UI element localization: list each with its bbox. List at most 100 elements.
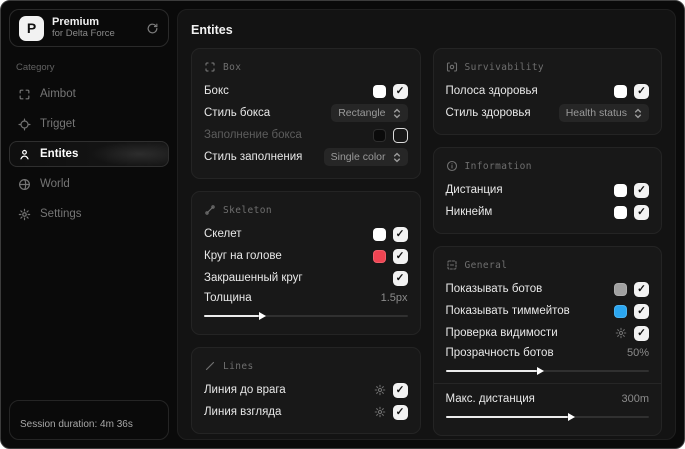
health-bar-color-swatch[interactable]	[614, 84, 627, 98]
thickness-label: Толщина	[204, 292, 252, 304]
box-fill-color-swatch[interactable]	[372, 128, 386, 142]
skeleton-checkbox[interactable]	[392, 226, 408, 242]
general-section-header: General	[446, 259, 650, 271]
box-fill-checkbox[interactable]	[392, 127, 408, 143]
show-teammates-label: Показывать тиммейтов	[445, 305, 570, 317]
visibility-check-settings-gear-icon[interactable]	[615, 327, 627, 339]
sidebar-item-entites[interactable]: Entites	[9, 141, 169, 167]
brand-text: Premium for Delta Force	[52, 16, 115, 40]
enemy-line-checkbox[interactable]	[392, 382, 408, 398]
survivability-section-title: Survivability	[464, 61, 545, 73]
health-style-label: Стиль здоровья	[445, 107, 531, 119]
box-section-title: Box	[223, 61, 242, 73]
brand-subtitle: for Delta Force	[52, 27, 115, 39]
box-section: Box Бокс Стиль бокса Rectangle	[191, 48, 421, 179]
visibility-check-label: Проверка видимости	[445, 327, 558, 339]
health-bar-label: Полоса здоровья	[445, 85, 538, 97]
box-style-value: Rectangle	[338, 107, 386, 119]
category-label: Category	[16, 62, 55, 73]
slider-fill	[204, 312, 266, 320]
general-section-title: General	[464, 259, 508, 271]
health-bar-checkbox[interactable]	[634, 83, 649, 99]
head-circle-checkbox[interactable]	[392, 248, 408, 264]
filled-circle-checkbox[interactable]	[392, 270, 408, 286]
brand-logo: P	[19, 15, 44, 41]
line-icon	[204, 360, 216, 372]
visibility-check-checkbox[interactable]	[634, 325, 649, 341]
information-section-title: Information	[464, 160, 532, 172]
health-bar-row: Полоса здоровья	[445, 80, 649, 102]
distance-checkbox[interactable]	[634, 182, 649, 198]
sidebar-item-world[interactable]: World	[9, 171, 169, 197]
distance-color-swatch[interactable]	[614, 183, 627, 197]
view-line-settings-gear-icon[interactable]	[374, 406, 386, 418]
session-duration-label: Session duration: 4m 36s	[20, 419, 133, 430]
box-icon	[204, 61, 216, 73]
show-teammates-checkbox[interactable]	[634, 303, 649, 319]
general-section: General Показывать ботов Показывать тимм…	[432, 246, 662, 436]
head-circle-color-swatch[interactable]	[372, 249, 386, 263]
box-color-swatch[interactable]	[372, 84, 386, 98]
sidebar-item-aimbot[interactable]: Aimbot	[9, 81, 169, 107]
left-column: Box Бокс Стиль бокса Rectangle	[191, 48, 421, 436]
box-style-select[interactable]: Rectangle	[331, 104, 408, 122]
health-style-value: Health status	[565, 107, 627, 119]
information-section: Information Дистанция Никнейм	[432, 147, 662, 234]
bots-opacity-label: Прозрачность ботов	[445, 347, 554, 359]
thickness-slider[interactable]	[204, 311, 408, 321]
health-style-row: Стиль здоровья Health status	[445, 102, 649, 124]
lines-section: Lines Линия до врага Линия взгляда	[191, 347, 421, 434]
thickness-row: Толщина 1.5px	[204, 287, 408, 309]
show-teammates-color-swatch[interactable]	[614, 304, 627, 318]
box-checkbox[interactable]	[392, 83, 408, 99]
enemy-line-settings-gear-icon[interactable]	[374, 384, 386, 396]
session-duration-card: Session duration: 4m 36s	[9, 400, 169, 440]
survivability-section-header: Survivability	[446, 61, 650, 73]
head-circle-row: Круг на голове	[204, 245, 408, 267]
show-teammates-row: Показывать тиммейтов	[445, 300, 649, 322]
fill-style-value: Single color	[330, 151, 386, 163]
slider-fill	[445, 367, 544, 375]
box-fill-label: Заполнение бокса	[204, 129, 302, 141]
refresh-icon[interactable]	[146, 22, 159, 35]
view-line-checkbox[interactable]	[392, 404, 408, 420]
nickname-checkbox[interactable]	[634, 204, 649, 220]
skeleton-row: Скелет	[204, 223, 408, 245]
skeleton-section: Skeleton Скелет Круг на голове	[191, 191, 421, 335]
fill-style-select[interactable]: Single color	[323, 148, 408, 166]
scan-icon	[18, 88, 31, 101]
sidebar-item-settings[interactable]: Settings	[9, 201, 169, 227]
show-bots-checkbox[interactable]	[634, 281, 649, 297]
chevrons-up-down-icon	[393, 108, 401, 119]
main-panel: Entites Box Бокс ✓ Стиль бокса Rectangle…	[177, 9, 676, 440]
nickname-label: Никнейм	[445, 206, 493, 218]
max-distance-slider[interactable]	[445, 412, 649, 422]
chevrons-up-down-icon	[634, 108, 642, 119]
heart-icon	[446, 61, 458, 73]
box-section-header: Box	[204, 61, 408, 73]
sidebar-item-trigget[interactable]: Trigget	[9, 111, 169, 137]
distance-label: Дистанция	[445, 184, 503, 196]
view-line-row: Линия взгляда	[204, 401, 408, 423]
show-bots-color-swatch[interactable]	[614, 282, 627, 296]
right-column: Survivability Полоса здоровья Стиль здор…	[432, 48, 662, 436]
filled-circle-row: Закрашенный круг	[204, 267, 408, 289]
enemy-line-row: Линия до врага	[204, 379, 408, 401]
skeleton-color-swatch[interactable]	[372, 227, 386, 241]
show-bots-row: Показывать ботов	[446, 278, 649, 300]
bots-opacity-row: Прозрачность ботов 50%	[446, 342, 650, 364]
filled-circle-label: Закрашенный круг	[204, 272, 303, 284]
nickname-color-swatch[interactable]	[614, 205, 627, 219]
brand-title: Premium	[52, 16, 100, 29]
slider-fill	[445, 413, 575, 421]
distance-row: Дистанция	[445, 179, 649, 201]
health-style-select[interactable]: Health status	[558, 104, 649, 122]
skeleton-section-header: Skeleton	[204, 204, 408, 216]
sidebar-item-label: Settings	[40, 208, 82, 220]
gear-icon	[18, 208, 31, 221]
information-section-header: Information	[446, 160, 650, 172]
head-circle-label: Круг на голове	[204, 250, 282, 262]
box-fill-row: Заполнение бокса	[204, 124, 408, 146]
bots-opacity-slider[interactable]	[445, 366, 649, 376]
app-window: P Premium for Delta Force Category Aimbo…	[0, 0, 685, 449]
